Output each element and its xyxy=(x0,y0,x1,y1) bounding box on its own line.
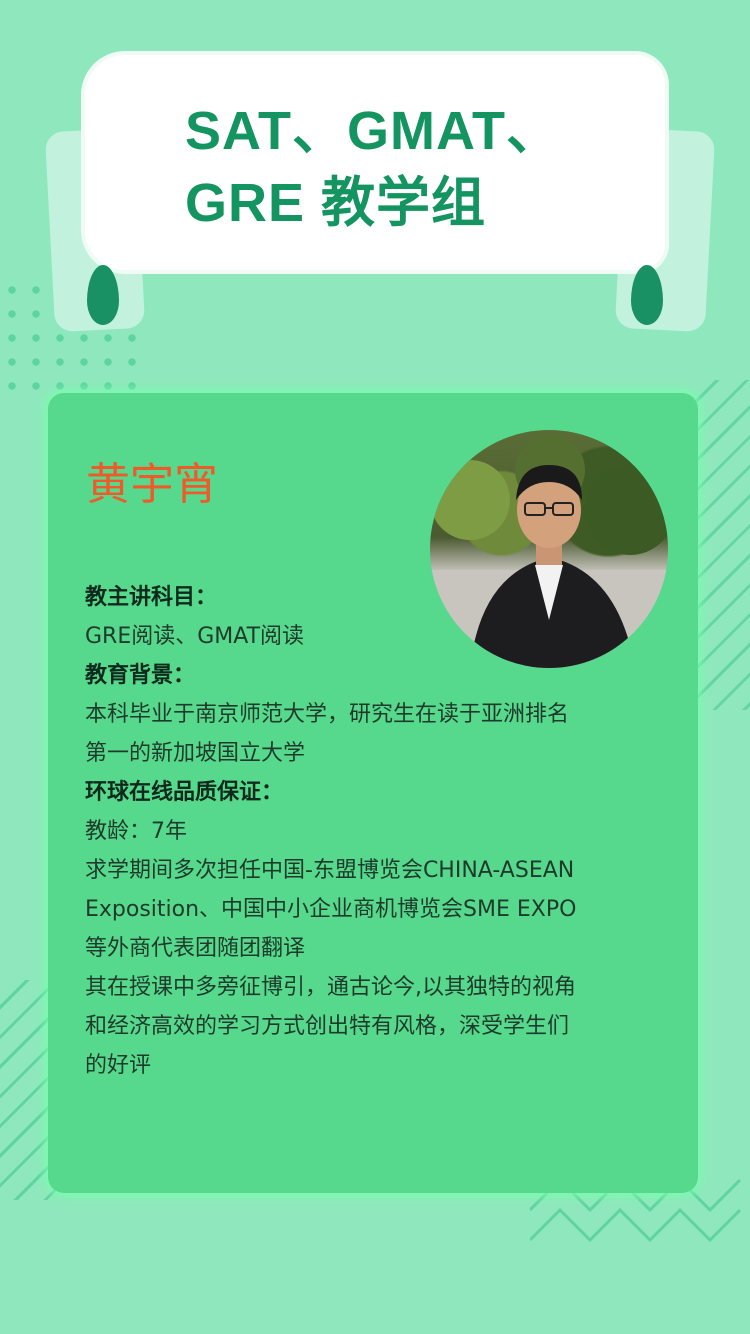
teacher-name: 黄宇宵 xyxy=(86,459,218,510)
quality-line: 教龄：7年 xyxy=(85,819,187,844)
quality-line: 其在授课中多旁征博引，通古论今,以其独特的视角 xyxy=(85,975,576,1000)
teacher-info: 教主讲科目： GRE阅读、GMAT阅读 教育背景： 本科毕业于南京师范大学，研究… xyxy=(85,578,645,1085)
section-heading-subjects: 教主讲科目： xyxy=(85,585,218,610)
section-heading-quality: 环球在线品质保证： xyxy=(85,780,284,805)
quality-line: 等外商代表团随团翻译 xyxy=(85,936,306,961)
title-line-1: SAT、GMAT、 xyxy=(185,101,561,161)
title-banner: SAT、GMAT、 GRE 教学组 xyxy=(40,55,716,335)
quality-line: 求学期间多次担任中国-东盟博览会CHINA-ASEAN xyxy=(85,858,575,883)
subjects-line: GRE阅读、GMAT阅读 xyxy=(85,624,305,649)
section-heading-education: 教育背景： xyxy=(85,663,196,688)
quality-line: 和经济高效的学习方式创出特有风格，深受学生们 xyxy=(85,1014,570,1039)
quality-line: 的好评 xyxy=(85,1053,152,1078)
teacher-card: 黄宇宵 教主讲科目： GRE阅读、GMAT阅读 教育背景： 本科毕业于南京师范大… xyxy=(48,393,698,1193)
title-line-2: GRE 教学组 xyxy=(185,173,487,233)
education-line: 第一的新加坡国立大学 xyxy=(85,741,306,766)
education-line: 本科毕业于南京师范大学，研究生在读于亚洲排名 xyxy=(85,702,570,727)
quality-line: Exposition、中国中小企业商机博览会SME EXPO xyxy=(85,897,577,922)
page-title: SAT、GMAT、 GRE 教学组 xyxy=(185,95,625,239)
stripe-pattern-right xyxy=(690,380,750,710)
